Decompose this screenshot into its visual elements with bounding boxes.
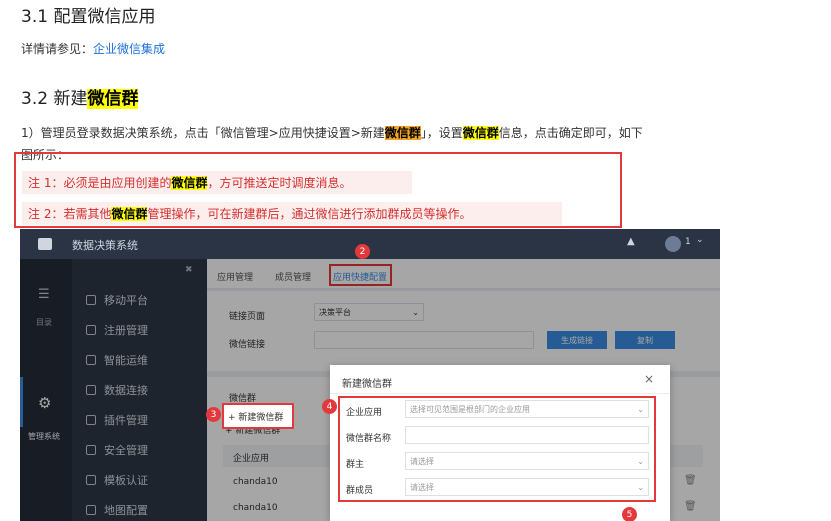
new-group-modal: 新建微信群 × 企业应用 选择可见范围是根部门的企业应用 ⌄ 微信群名称 群主 请… [330,365,670,521]
detail-line: 详情请参见：企业微信集成 [21,40,165,57]
note-1-highlight: 微信群 [171,176,208,190]
note-2-highlight: 微信群 [111,207,148,221]
chevron-down-icon[interactable]: ⌄ [696,235,704,245]
step1-part-c: 信息，点击确定即可，如下 [498,126,643,140]
user-label: 1 [685,237,691,247]
section-3-1-title: 3.1 配置微信应用 [21,7,156,27]
highlight-box-fields [338,396,656,502]
modal-title: 新建微信群 [342,379,392,390]
avatar[interactable] [665,236,681,252]
note-1-a: 注 1：必须是由应用创建的 [28,176,172,190]
embedded-screenshot: 数据决策系统 ▲ 1 ⌄ ☰ 目录 ⚙ 管理系统 ✖ 移动平台 注册管理 智能运… [20,229,720,521]
highlight-box-new-group [222,403,294,429]
step-badge-4: 4 [322,399,337,414]
section-3-2-highlight: 微信群 [87,89,139,109]
enterprise-wechat-link[interactable]: 企业微信集成 [93,42,165,56]
step-badge-2: 2 [355,244,370,259]
note-1: 注 1：必须是由应用创建的微信群，方可推送定时调度消息。 [22,171,412,194]
app-title: 数据决策系统 [72,239,138,252]
note-2-b: 管理操作，可在新建群后，通过微信进行添加群成员等操作。 [147,207,472,221]
step1-part-a: 1）管理员登录数据决策系统，点击「微信管理>应用快捷设置>新建 [21,126,385,140]
note-2: 注 2：若需其他微信群管理操作，可在新建群后，通过微信进行添加群成员等操作。 [22,202,562,225]
step1-highlight-1: 微信群 [384,126,421,140]
section-3-2-prefix: 3.2 新建 [21,89,88,109]
app-logo-icon [38,238,52,250]
section-3-2-title: 3.2 新建微信群 [21,84,139,109]
step1-highlight-2: 微信群 [462,126,499,140]
close-icon[interactable]: × [644,372,654,386]
modal-divider [330,393,670,394]
detail-prefix: 详情请参见： [21,42,94,56]
step-badge-3: 3 [206,407,221,422]
step1-part-b: 」，设置 [420,126,463,140]
notes-box: 注 1：必须是由应用创建的微信群，方可推送定时调度消息。 注 2：若需其他微信群… [14,152,622,228]
note-2-a: 注 2：若需其他 [28,207,112,221]
note-1-b: ，方可推送定时调度消息。 [207,176,352,190]
app-topbar: 数据决策系统 ▲ 1 ⌄ [20,229,720,259]
bell-icon[interactable]: ▲ [627,236,635,247]
step-badge-5: 5 [622,507,637,521]
